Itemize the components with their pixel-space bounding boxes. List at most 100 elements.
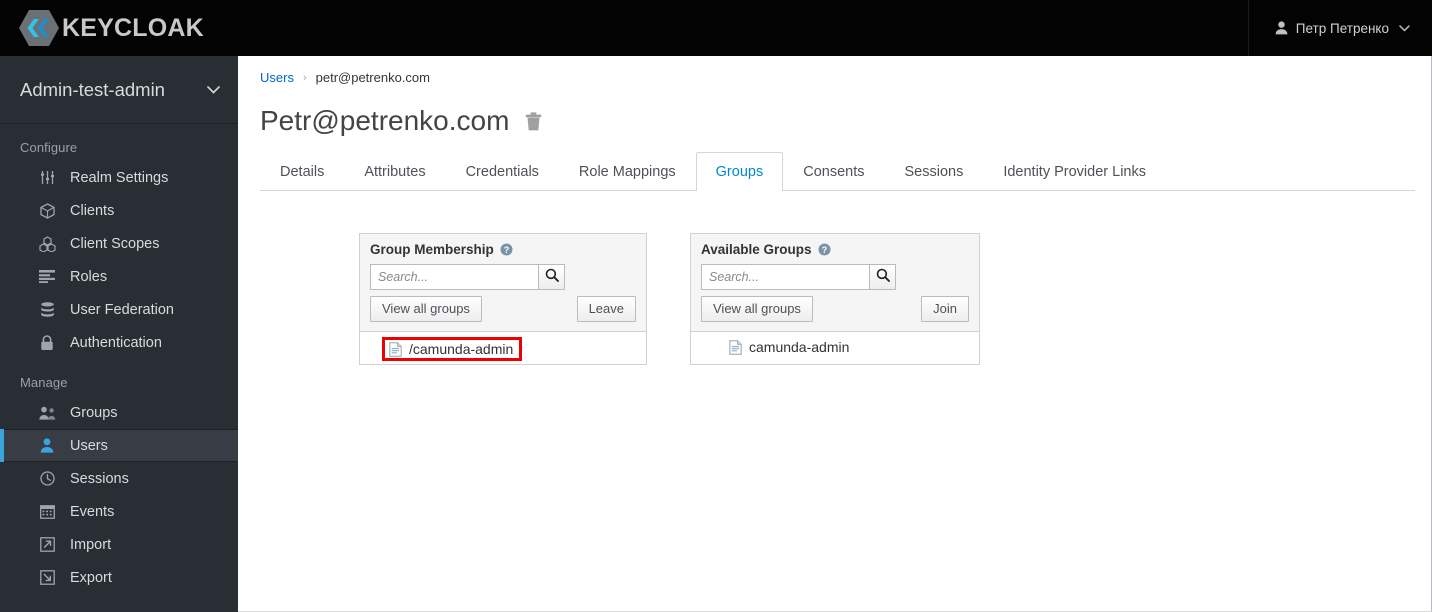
- sidebar-item-label: Import: [70, 536, 112, 553]
- sidebar-item-sessions[interactable]: Sessions: [0, 462, 238, 495]
- masthead-right: Петр Петренко: [1247, 0, 1432, 56]
- user-name: Петр Петренко: [1295, 20, 1389, 36]
- group-membership-title-row: Group Membership ?: [370, 242, 636, 257]
- user-icon: [36, 437, 58, 455]
- realm-selector[interactable]: Admin-test-admin: [0, 56, 238, 124]
- tab-identity-provider-links[interactable]: Identity Provider Links: [983, 152, 1166, 190]
- sidebar-item-label: Export: [70, 569, 112, 586]
- document-icon: [389, 341, 402, 357]
- tab-bar: Details Attributes Credentials Role Mapp…: [260, 152, 1415, 191]
- lock-icon: [36, 334, 58, 352]
- sidebar-item-label: Clients: [70, 202, 115, 219]
- search-icon: [876, 268, 890, 287]
- breadcrumb-separator: ›: [302, 71, 307, 84]
- export-arrow-icon: [36, 569, 58, 587]
- page-title-row: Petr@petrenko.com: [238, 85, 1431, 137]
- page-title: Petr@petrenko.com: [260, 105, 510, 136]
- chevron-down-icon: [1399, 24, 1410, 32]
- tab-credentials[interactable]: Credentials: [446, 152, 559, 190]
- search-button[interactable]: [869, 264, 896, 290]
- tab-role-mappings[interactable]: Role Mappings: [559, 152, 696, 190]
- brand-text: KEYCLOAK: [62, 13, 204, 42]
- search-input[interactable]: [701, 264, 869, 290]
- search-button[interactable]: [538, 264, 565, 290]
- user-menu[interactable]: Петр Петренко: [1275, 21, 1410, 36]
- clock-icon: [36, 470, 58, 488]
- tab-details[interactable]: Details: [260, 152, 344, 190]
- users-group-icon: [36, 404, 58, 422]
- sidebar-item-label: Realm Settings: [70, 169, 169, 186]
- masthead: KEYCLOAK Петр Петренко: [0, 0, 1432, 56]
- help-circle-icon[interactable]: ?: [818, 243, 831, 256]
- available-groups-button-row: View all groups Join: [701, 296, 969, 322]
- sidebar-item-label: Groups: [70, 404, 118, 421]
- panel-title-text: Group Membership: [370, 242, 494, 257]
- keycloak-logo-icon: [18, 8, 60, 48]
- realm-name: Admin-test-admin: [20, 78, 165, 100]
- list-bars-icon: [36, 268, 58, 286]
- list-item-label: camunda-admin: [749, 339, 850, 355]
- document-icon: [729, 339, 742, 355]
- sidebar-item-users[interactable]: Users: [0, 429, 238, 462]
- breadcrumb: Users › petr@petrenko.com: [238, 56, 1431, 85]
- calendar-icon: [36, 503, 58, 521]
- available-groups-search-row: [701, 264, 969, 290]
- database-icon: [36, 301, 58, 319]
- sliders-icon: [36, 169, 58, 187]
- breadcrumb-users-link[interactable]: Users: [260, 70, 294, 85]
- sidebar-item-export[interactable]: Export: [0, 561, 238, 594]
- help-circle-icon[interactable]: ?: [500, 243, 513, 256]
- view-all-groups-button[interactable]: View all groups: [370, 296, 482, 322]
- brand[interactable]: KEYCLOAK: [18, 8, 204, 48]
- nav-section-label-configure: Configure: [20, 140, 78, 155]
- cube-icon: [36, 202, 58, 220]
- sidebar-item-label: Authentication: [70, 334, 162, 351]
- sidebar-item-label: Client Scopes: [70, 235, 160, 252]
- svg-text:?: ?: [821, 245, 827, 255]
- sidebar-item-label: Sessions: [70, 470, 129, 487]
- tab-groups[interactable]: Groups: [695, 152, 784, 191]
- breadcrumb-current: petr@petrenko.com: [315, 70, 430, 85]
- view-all-groups-button[interactable]: View all groups: [701, 296, 813, 322]
- sidebar-item-events[interactable]: Events: [0, 495, 238, 528]
- list-item-label: /camunda-admin: [409, 341, 514, 357]
- list-item[interactable]: /camunda-admin: [360, 332, 646, 366]
- group-membership-list: /camunda-admin: [360, 332, 646, 364]
- svg-text:?: ?: [504, 245, 510, 255]
- sidebar-item-user-federation[interactable]: User Federation: [0, 293, 238, 326]
- available-groups-title-row: Available Groups ?: [701, 242, 969, 257]
- sidebar-item-groups[interactable]: Groups: [0, 396, 238, 429]
- search-input[interactable]: [370, 264, 538, 290]
- sidebar-item-label: Roles: [70, 268, 108, 285]
- trash-icon[interactable]: [525, 111, 542, 131]
- group-membership-button-row: View all groups Leave: [370, 296, 636, 322]
- sidebar-item-authentication[interactable]: Authentication: [0, 326, 238, 359]
- sidebar: Admin-test-admin Configure Realm Setting…: [0, 56, 238, 612]
- tab-sessions[interactable]: Sessions: [884, 152, 983, 190]
- highlighted-group-item[interactable]: /camunda-admin: [382, 337, 523, 361]
- available-groups-header: Available Groups ? Search... View all gr…: [691, 234, 979, 332]
- sidebar-item-clients[interactable]: Clients: [0, 194, 238, 227]
- available-groups-list: camunda-admin: [691, 332, 979, 364]
- join-button[interactable]: Join: [921, 296, 969, 322]
- sidebar-item-label: Users: [70, 437, 108, 454]
- sidebar-item-realm-settings[interactable]: Realm Settings: [0, 161, 238, 194]
- chevron-down-icon: [207, 81, 220, 99]
- sidebar-item-client-scopes[interactable]: Client Scopes: [0, 227, 238, 260]
- nav-section-label-manage: Manage: [20, 375, 68, 390]
- tab-attributes[interactable]: Attributes: [344, 152, 445, 190]
- sidebar-item-roles[interactable]: Roles: [0, 260, 238, 293]
- sidebar-item-label: User Federation: [70, 301, 174, 318]
- search-icon: [545, 268, 559, 287]
- sidebar-item-import[interactable]: Import: [0, 528, 238, 561]
- main-content: Users › petr@petrenko.com Petr@petrenko.…: [238, 56, 1432, 612]
- tab-consents[interactable]: Consents: [783, 152, 884, 190]
- leave-button[interactable]: Leave: [576, 296, 636, 322]
- list-item[interactable]: camunda-admin: [691, 332, 979, 362]
- import-arrow-icon: [36, 536, 58, 554]
- group-membership-header: Group Membership ? Search... View all gr…: [360, 234, 646, 332]
- group-membership-panel: Group Membership ? Search... View all gr…: [359, 233, 647, 365]
- sidebar-item-label: Events: [70, 503, 115, 520]
- group-membership-search-row: [370, 264, 636, 290]
- available-groups-panel: Available Groups ? Search... View all gr…: [690, 233, 980, 365]
